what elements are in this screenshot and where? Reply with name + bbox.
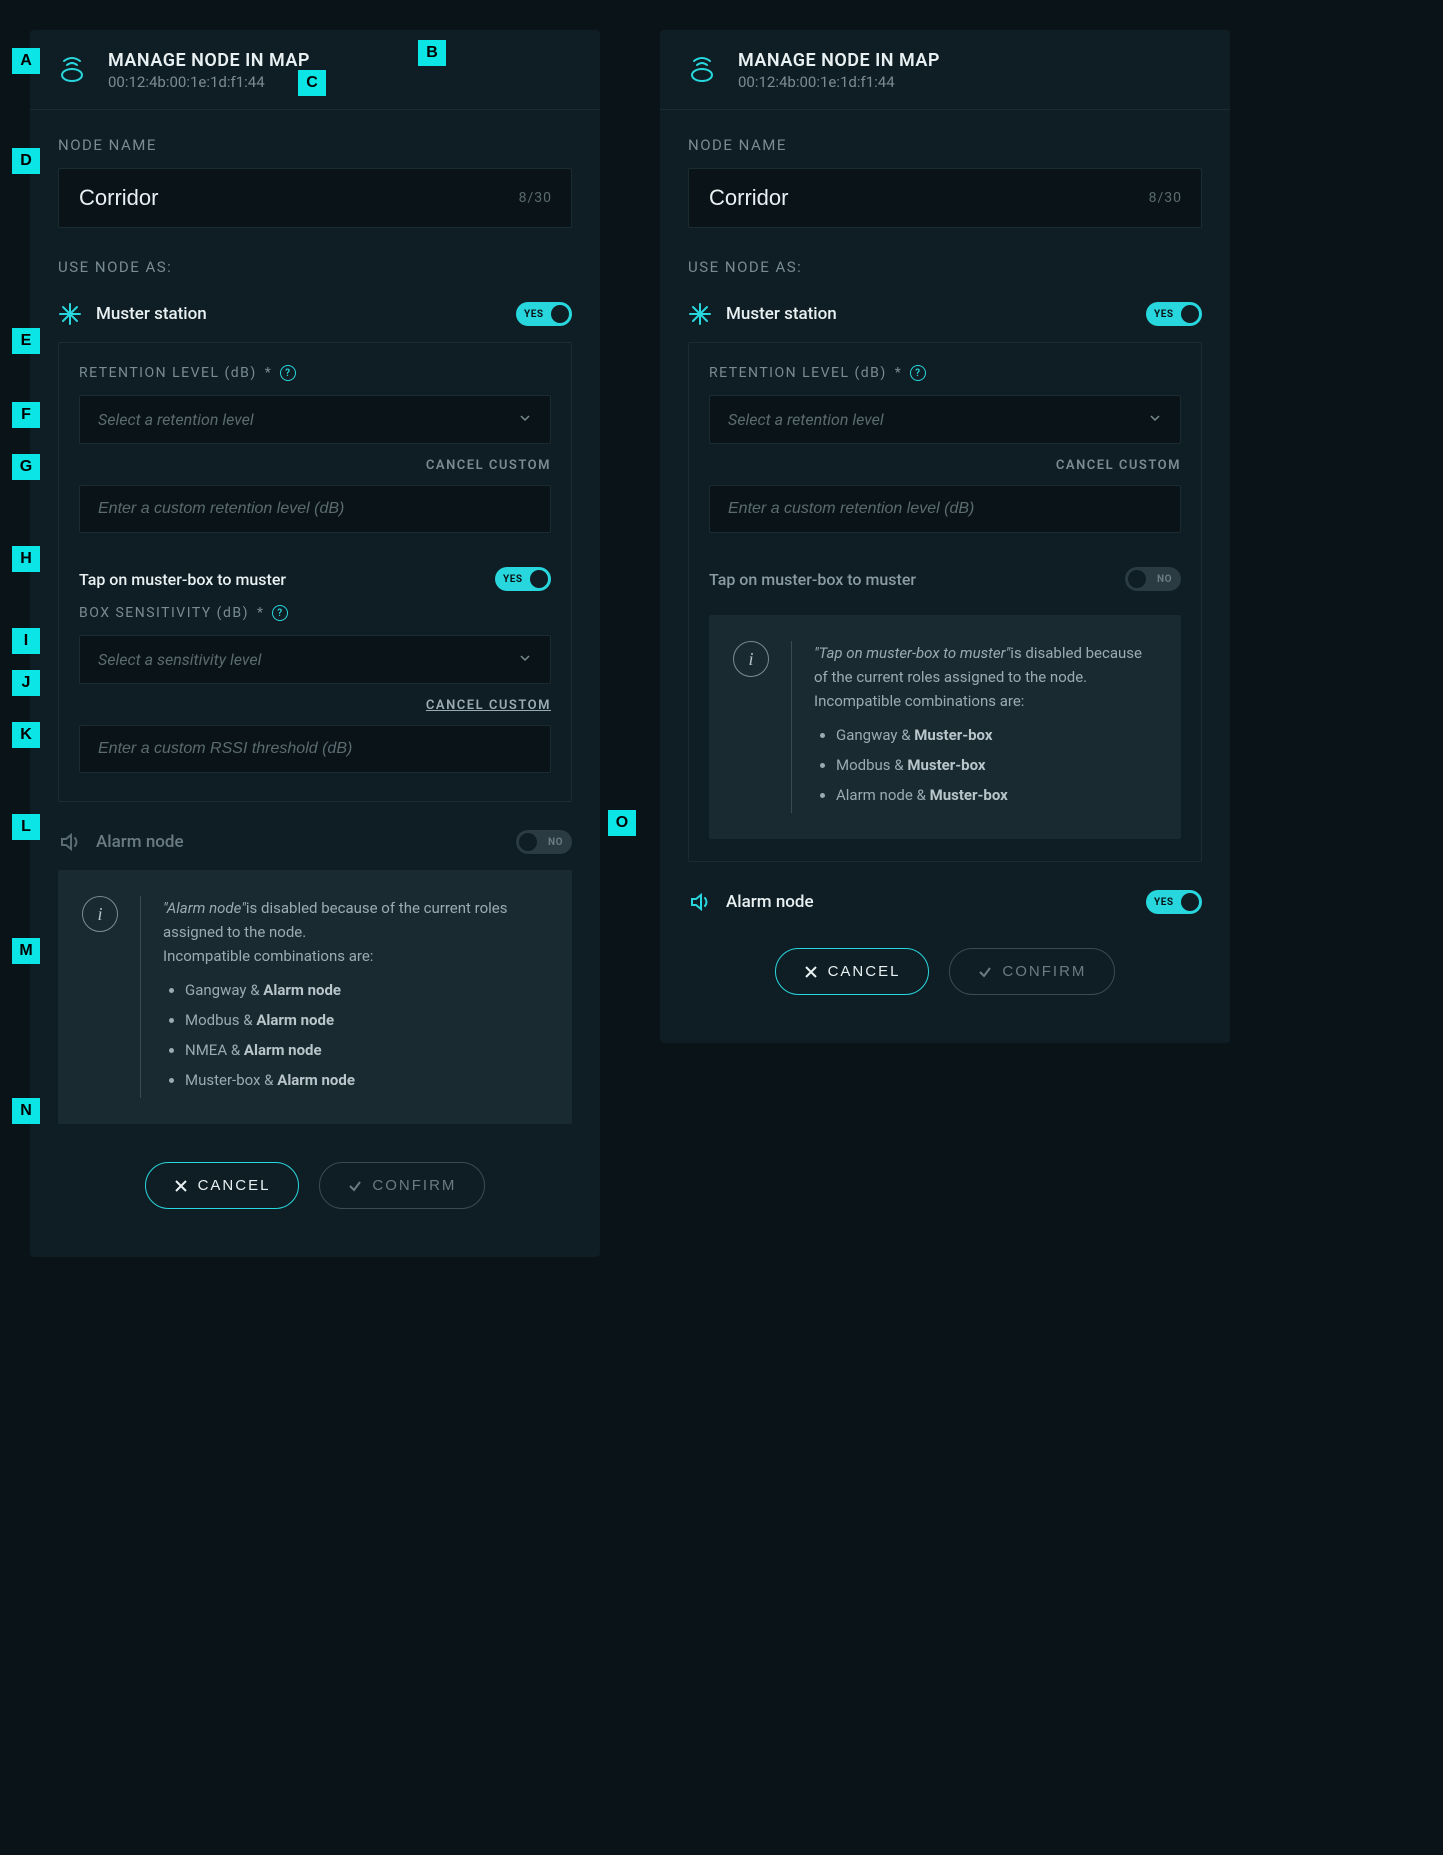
node-name-label: NODE NAME — [688, 136, 1202, 154]
panel-header: MANAGE NODE IN MAP 00:12:4b:00:1e:1d:f1:… — [660, 30, 1230, 110]
retention-level-label: RETENTION LEVEL (dB)* ? — [79, 365, 551, 381]
retention-level-select[interactable]: Select a retention level — [709, 395, 1181, 444]
marker-M: M — [12, 938, 40, 964]
footer-buttons: CANCEL CONFIRM — [688, 930, 1202, 1023]
alarm-speaker-icon — [688, 890, 712, 914]
box-sensitivity-label: BOX SENSITIVITY (dB)* ? — [79, 605, 551, 621]
sensitivity-select[interactable]: Select a sensitivity level — [79, 635, 551, 684]
panel-left: MANAGE NODE IN MAP 00:12:4b:00:1e:1d:f1:… — [30, 30, 600, 1257]
footer-buttons: CANCEL CONFIRM — [58, 1144, 572, 1237]
marker-A: A — [12, 48, 40, 74]
muster-station-toggle[interactable]: YES — [516, 302, 572, 326]
marker-K: K — [12, 722, 40, 748]
info-icon: i — [82, 896, 118, 932]
marker-O: O — [608, 810, 636, 836]
alarm-speaker-icon — [58, 830, 82, 854]
node-name-input[interactable] — [688, 168, 1202, 228]
cancel-button[interactable]: CANCEL — [775, 948, 930, 995]
marker-H: H — [12, 546, 40, 572]
node-name-label: NODE NAME — [58, 136, 572, 154]
retention-level-select[interactable]: Select a retention level — [79, 395, 551, 444]
info-icon: i — [733, 641, 769, 677]
marker-D: D — [12, 148, 40, 174]
confirm-button[interactable]: CONFIRM — [949, 948, 1115, 995]
muster-settings-box: RETENTION LEVEL (dB)* ? Select a retenti… — [688, 342, 1202, 862]
muster-station-label: Muster station — [726, 304, 837, 324]
help-icon[interactable]: ? — [280, 365, 296, 381]
marker-E: E — [12, 328, 40, 354]
muster-station-row: Muster station YES — [58, 294, 572, 342]
muster-station-icon — [58, 302, 82, 326]
marker-L: L — [12, 814, 40, 840]
help-icon[interactable]: ? — [272, 605, 288, 621]
chevron-down-icon — [518, 650, 532, 669]
char-count: 8/30 — [519, 190, 552, 206]
panel-mac: 00:12:4b:00:1e:1d:f1:44 — [108, 73, 310, 91]
check-icon — [348, 1179, 362, 1193]
alarm-info-box: i "Alarm node"is disabled because of the… — [58, 870, 572, 1124]
alarm-node-label: Alarm node — [96, 832, 184, 852]
cancel-custom-sensitivity[interactable]: CANCEL CUSTOM — [79, 698, 551, 713]
char-count: 8/30 — [1149, 190, 1182, 206]
marker-C: C — [298, 70, 326, 96]
use-as-label: USE NODE AS: — [58, 258, 572, 276]
tap-muster-toggle[interactable]: YES — [495, 567, 551, 591]
panel-title: MANAGE NODE IN MAP — [738, 50, 940, 71]
tap-muster-toggle: NO — [1125, 567, 1181, 591]
tap-muster-row: Tap on muster-box to muster NO — [709, 557, 1181, 605]
help-icon[interactable]: ? — [910, 365, 926, 381]
panel-right: MANAGE NODE IN MAP 00:12:4b:00:1e:1d:f1:… — [660, 30, 1230, 1043]
retention-level-label: RETENTION LEVEL (dB)* ? — [709, 365, 1181, 381]
cancel-button[interactable]: CANCEL — [145, 1162, 300, 1209]
cancel-custom-retention: CANCEL CUSTOM — [709, 458, 1181, 473]
tap-muster-row: Tap on muster-box to muster YES — [79, 557, 551, 605]
confirm-button[interactable]: CONFIRM — [319, 1162, 485, 1209]
info-text: "Alarm node"is disabled because of the c… — [163, 896, 548, 1098]
cancel-custom-retention: CANCEL CUSTOM — [79, 458, 551, 473]
panel-mac: 00:12:4b:00:1e:1d:f1:44 — [738, 73, 940, 91]
muster-station-label: Muster station — [96, 304, 207, 324]
muster-station-icon — [688, 302, 712, 326]
custom-rssi-input[interactable] — [79, 725, 551, 773]
muster-settings-box: RETENTION LEVEL (dB)* ? Select a retenti… — [58, 342, 572, 802]
marker-B: B — [418, 40, 446, 66]
marker-F: F — [12, 402, 40, 428]
marker-N: N — [12, 1098, 40, 1124]
custom-retention-input[interactable] — [709, 485, 1181, 533]
chevron-down-icon — [518, 410, 532, 429]
use-as-label: USE NODE AS: — [688, 258, 1202, 276]
node-name-input[interactable] — [58, 168, 572, 228]
node-cloud-icon — [684, 51, 720, 91]
node-cloud-icon — [54, 51, 90, 91]
tap-info-box: i "Tap on muster-box to muster"is disabl… — [709, 615, 1181, 839]
close-icon — [804, 965, 818, 979]
close-icon — [174, 1179, 188, 1193]
custom-retention-input[interactable] — [79, 485, 551, 533]
check-icon — [978, 965, 992, 979]
alarm-node-toggle[interactable]: YES — [1146, 890, 1202, 914]
alarm-node-label: Alarm node — [726, 892, 814, 912]
alarm-node-row: Alarm node NO — [58, 822, 572, 870]
panel-title: MANAGE NODE IN MAP — [108, 50, 310, 71]
marker-I: I — [12, 628, 40, 654]
marker-G: G — [12, 454, 40, 480]
muster-station-row: Muster station YES — [688, 294, 1202, 342]
alarm-node-row: Alarm node YES — [688, 882, 1202, 930]
marker-J: J — [12, 670, 40, 696]
alarm-node-toggle: NO — [516, 830, 572, 854]
muster-station-toggle[interactable]: YES — [1146, 302, 1202, 326]
chevron-down-icon — [1148, 410, 1162, 429]
info-text: "Tap on muster-box to muster"is disabled… — [814, 641, 1157, 813]
